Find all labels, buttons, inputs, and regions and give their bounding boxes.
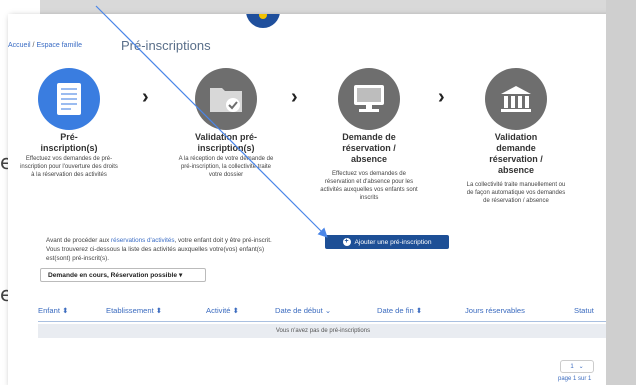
- step-description: Effectuez vos demandes de pré-inscriptio…: [20, 156, 118, 178]
- page-number: 1: [570, 363, 574, 370]
- document-icon: [38, 68, 100, 130]
- column-header-statut: Statut: [574, 306, 594, 315]
- breadcrumb-section-link[interactable]: Espace famille: [36, 42, 82, 49]
- filter-value: Demande en cours, Réservation possible: [48, 271, 177, 279]
- info-text-line: Vous trouverez ci-dessous la liste des a…: [46, 246, 265, 253]
- page-count-text: page 1 sur 1: [558, 376, 592, 382]
- step-description: La collectivité traite manuellement ou d…: [466, 182, 566, 204]
- reservations-link[interactable]: réservations d'activités: [111, 237, 175, 244]
- table-header: Enfant ⬍ Etablissement ⬍ Activité ⬍ Date…: [38, 306, 608, 320]
- slide-background-right: [606, 0, 636, 385]
- step-title: Demande de réservation / absence: [342, 132, 396, 164]
- city-crest-logo: [246, 14, 280, 28]
- column-header-activite[interactable]: Activité ⬍: [206, 306, 239, 315]
- page-title: Pré-inscriptions: [121, 38, 211, 53]
- status-filter-dropdown[interactable]: Demande en cours, Réservation possible ▾: [40, 268, 206, 282]
- info-text-part: Avant de procéder aux: [46, 237, 111, 244]
- info-text: Avant de procéder aux réservations d'act…: [46, 236, 336, 263]
- portal-screenshot: Accueil / Espace famille Pré-inscription…: [8, 14, 614, 385]
- add-button-label: Ajouter une pré-inscription: [354, 238, 432, 246]
- chevron-right-icon: ›: [438, 86, 445, 108]
- page-select[interactable]: 1 ⌄: [560, 360, 594, 373]
- chevron-down-icon: ▾: [179, 272, 183, 279]
- add-pre-inscription-button[interactable]: + Ajouter une pré-inscription: [325, 235, 449, 249]
- info-text-line: est(sont) pré-inscrit(s).: [46, 255, 109, 262]
- empty-message: Vous n'avez pas de pré-inscriptions: [275, 328, 371, 334]
- folder-check-icon: [195, 68, 257, 130]
- chevron-right-icon: ›: [142, 86, 149, 108]
- bank-building-icon: [485, 68, 547, 130]
- info-text-part: , votre enfant doit y être pré-inscrit.: [174, 237, 272, 244]
- breadcrumb-separator: /: [32, 42, 35, 49]
- table-empty-row: Vous n'avez pas de pré-inscriptions: [38, 324, 608, 338]
- column-header-jours-reservables: Jours réservables: [465, 306, 525, 315]
- step-title: Validation demande réservation / absence: [489, 132, 543, 175]
- chevron-down-icon: ⌄: [578, 364, 584, 370]
- table-divider: [38, 321, 608, 322]
- step-description: A la réception de votre demande de pré-i…: [178, 156, 274, 178]
- computer-icon: [338, 68, 400, 130]
- column-header-enfant[interactable]: Enfant ⬍: [38, 306, 68, 315]
- column-header-date-fin[interactable]: Date de fin ⬍: [377, 306, 422, 315]
- column-header-etablissement[interactable]: Etablissement ⬍: [106, 306, 162, 315]
- step-description: Effectuez vos demandes de réservation et…: [320, 171, 418, 201]
- step-title: Validation pré- inscription(s): [194, 132, 257, 153]
- step-title: Pré- inscription(s): [40, 132, 98, 153]
- chevron-right-icon: ›: [291, 86, 298, 108]
- breadcrumb-home-link[interactable]: Accueil: [8, 42, 31, 49]
- column-header-date-debut[interactable]: Date de début ⌄: [275, 306, 331, 315]
- plus-circle-icon: +: [342, 238, 351, 246]
- breadcrumb: Accueil / Espace famille: [8, 42, 82, 49]
